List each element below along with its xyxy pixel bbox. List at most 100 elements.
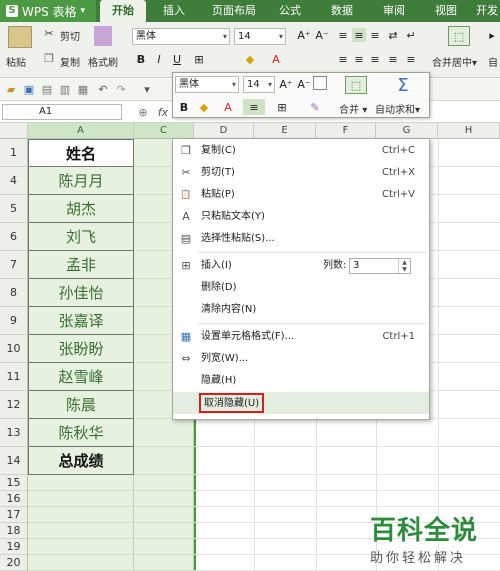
menu-item-insert[interactable]: ⊞ 插入(I) 列数: 3 ▲ ▼: [173, 255, 429, 277]
copy-button-label[interactable]: 复制: [60, 54, 80, 69]
tab-developer[interactable]: 开发: [474, 0, 500, 22]
increase-font-icon[interactable]: A⁺: [296, 28, 312, 42]
row-header[interactable]: 11: [0, 363, 28, 391]
name-cell[interactable]: [28, 491, 134, 507]
align-center-icon[interactable]: ≡: [352, 52, 366, 66]
wrap-text-icon[interactable]: ↵: [404, 28, 418, 42]
tab-insert[interactable]: 插入: [152, 0, 196, 22]
name-cell[interactable]: [28, 475, 134, 491]
mini-format-painter-icon[interactable]: ✎: [307, 99, 323, 115]
align-left-icon[interactable]: ≡: [336, 52, 350, 66]
column-header-h[interactable]: H: [438, 123, 500, 139]
cell-c[interactable]: [134, 475, 194, 491]
sigma-icon[interactable]: Σ: [393, 75, 413, 96]
name-cell[interactable]: 孟非: [28, 251, 134, 279]
column-header-a[interactable]: A: [28, 123, 134, 139]
cut-button-label[interactable]: 剪切: [60, 28, 80, 43]
menu-item-format-cells[interactable]: ▦ 设置单元格格式(F)... Ctrl+1: [173, 326, 429, 348]
cell-c[interactable]: [134, 555, 194, 571]
column-count-input[interactable]: 3 ▲ ▼: [349, 258, 411, 274]
select-all-corner[interactable]: [0, 123, 28, 139]
menu-item-cut[interactable]: ✂ 剪切(T) Ctrl+X: [173, 162, 429, 184]
cell-c[interactable]: [134, 447, 194, 475]
header-cell[interactable]: 总成绩: [28, 447, 134, 475]
column-header-g[interactable]: G: [376, 123, 438, 139]
align-right-icon[interactable]: ≡: [368, 52, 382, 66]
menu-item-paste-special[interactable]: ▤ 选择性粘贴(S)...: [173, 228, 429, 250]
underline-button[interactable]: U: [170, 52, 184, 66]
row-header[interactable]: 14: [0, 447, 28, 475]
fx-label[interactable]: fx: [156, 105, 170, 119]
merge-center-icon[interactable]: ⬚: [448, 26, 470, 46]
row-header[interactable]: 17: [0, 507, 28, 523]
row-header[interactable]: 10: [0, 335, 28, 363]
row-header[interactable]: 13: [0, 419, 28, 447]
more-icon[interactable]: ▸: [486, 28, 498, 42]
row-header[interactable]: 6: [0, 223, 28, 251]
open-icon[interactable]: ▰: [4, 82, 18, 96]
mini-clear-icon[interactable]: [313, 76, 327, 90]
align-bottom-icon[interactable]: ≡: [368, 28, 382, 42]
mini-align-center-icon[interactable]: ≡: [243, 99, 265, 115]
row-header[interactable]: 20: [0, 555, 28, 571]
cell-c[interactable]: [134, 539, 194, 555]
customize-dropdown-icon[interactable]: ▾: [140, 82, 154, 96]
tab-page-layout[interactable]: 页面布局: [204, 0, 264, 22]
mini-autosum-label[interactable]: 自动求和▾: [375, 101, 420, 116]
tab-home[interactable]: 开始: [100, 0, 146, 22]
mini-increase-font-icon[interactable]: A⁺: [279, 76, 293, 92]
name-cell[interactable]: 赵雪峰: [28, 363, 134, 391]
borders-icon[interactable]: ⊞: [188, 52, 210, 66]
redo-icon[interactable]: ↷: [114, 82, 128, 96]
print-icon[interactable]: ▥: [58, 82, 72, 96]
menu-item-paste[interactable]: 📋 粘贴(P) Ctrl+V: [173, 184, 429, 206]
column-header-d[interactable]: D: [194, 123, 254, 139]
align-middle-icon[interactable]: ≡: [352, 28, 366, 42]
tab-review[interactable]: 审阅: [374, 0, 414, 22]
row-header[interactable]: 9: [0, 307, 28, 335]
name-cell[interactable]: [28, 523, 134, 539]
mini-merge-icon[interactable]: ⬚: [345, 76, 367, 94]
bold-button[interactable]: B: [134, 52, 148, 66]
row-header[interactable]: 18: [0, 523, 28, 539]
cell-c[interactable]: [134, 491, 194, 507]
header-cell[interactable]: 姓名: [28, 139, 134, 167]
row-header[interactable]: 12: [0, 391, 28, 419]
clipboard-icon[interactable]: [8, 26, 32, 48]
auto-wrap-label[interactable]: 自: [488, 54, 498, 69]
name-box[interactable]: A1: [2, 104, 122, 120]
copy-icon[interactable]: ❐: [42, 51, 56, 65]
undo-icon[interactable]: ↶: [96, 82, 110, 96]
row-header[interactable]: 5: [0, 195, 28, 223]
menu-item-unhide[interactable]: 取消隐藏(U): [173, 392, 429, 414]
row-header[interactable]: 16: [0, 491, 28, 507]
menu-item-column-width[interactable]: ⇔ 列宽(W)...: [173, 348, 429, 370]
font-size-select[interactable]: 14 ▾: [234, 28, 286, 45]
column-header-e[interactable]: E: [254, 123, 316, 139]
wps-menu-button[interactable]: S WPS 表格 ▾: [0, 0, 96, 22]
name-cell[interactable]: 孙佳怡: [28, 279, 134, 307]
font-color-icon[interactable]: A: [266, 52, 286, 66]
format-painter-label[interactable]: 格式刷: [88, 54, 118, 69]
paste-button-label[interactable]: 粘贴: [6, 54, 26, 69]
menu-item-clear-contents[interactable]: 清除内容(N): [173, 299, 429, 321]
align-top-icon[interactable]: ≡: [336, 28, 350, 42]
name-cell[interactable]: 张盼盼: [28, 335, 134, 363]
tab-view[interactable]: 视图: [426, 0, 466, 22]
row-header[interactable]: 19: [0, 539, 28, 555]
zoom-icon[interactable]: ⊕: [136, 105, 150, 119]
name-cell[interactable]: 胡杰: [28, 195, 134, 223]
tab-formulas[interactable]: 公式: [270, 0, 310, 22]
column-header-f[interactable]: F: [316, 123, 376, 139]
row-header[interactable]: 8: [0, 279, 28, 307]
menu-item-copy[interactable]: ❐ 复制(C) Ctrl+C: [173, 140, 429, 162]
column-header-c[interactable]: C: [134, 123, 194, 139]
format-painter-icon[interactable]: [94, 26, 112, 46]
distributed-icon[interactable]: ≡: [404, 52, 418, 66]
merge-center-label[interactable]: 合并居中▾: [432, 54, 477, 69]
name-cell[interactable]: [28, 555, 134, 571]
spinner-icon[interactable]: ▲ ▼: [398, 259, 410, 273]
mini-decrease-font-icon[interactable]: A⁻: [297, 76, 311, 92]
cell-c[interactable]: [134, 523, 194, 539]
name-cell[interactable]: 陈月月: [28, 167, 134, 195]
